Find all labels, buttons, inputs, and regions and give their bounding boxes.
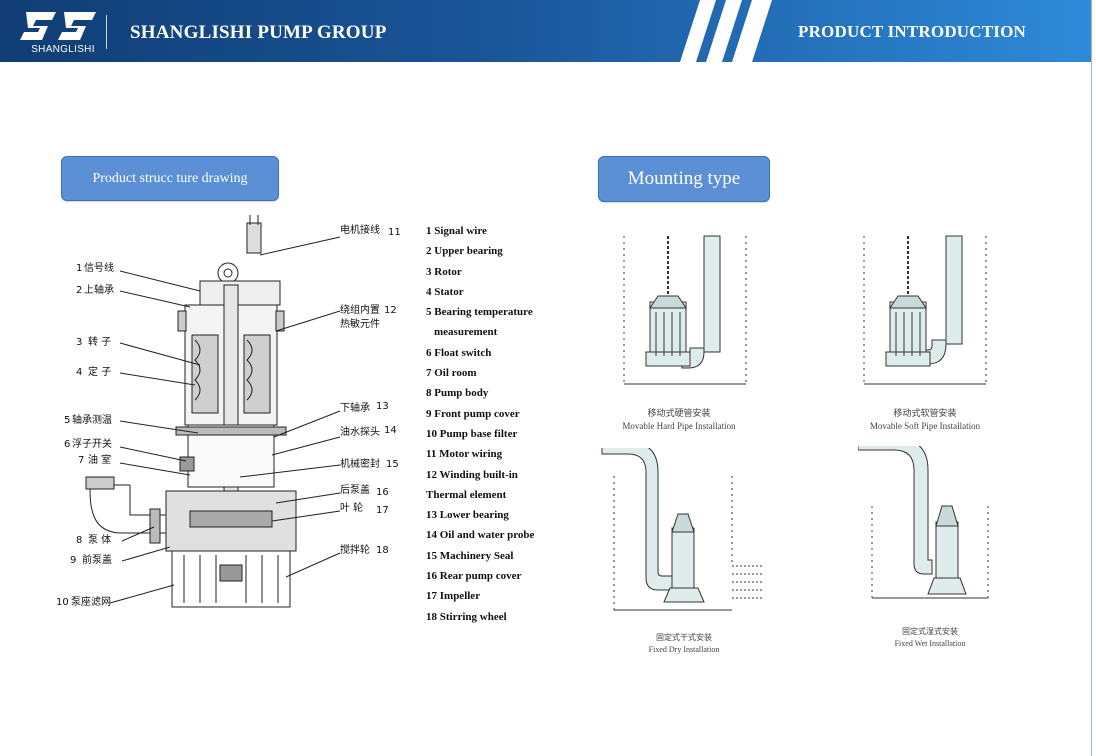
mounting-type-label: Mounting type (627, 168, 741, 189)
callout-5: 5 (64, 415, 70, 426)
callout-15-cn: 机械密封 (340, 457, 380, 470)
callout-8-cn: 泵 体 (88, 534, 111, 546)
part-item: 8 Pump body (426, 387, 489, 400)
mounting-fixed-wet-cn: 固定式湿式安装 (902, 627, 958, 636)
mounting-soft-pipe-drawing (863, 235, 987, 385)
callout-2: 2 (76, 285, 82, 296)
callout-8: 8 (76, 535, 82, 546)
part-item: 4 Stator (426, 285, 464, 298)
part-item: 10 Pump base filter (426, 427, 518, 440)
mounting-fixed-wet-en: Fixed Wet Installation (894, 639, 966, 648)
callout-17-cn: 叶 轮 (340, 501, 363, 514)
company-name: SHANGLISHI PUMP GROUP (130, 22, 387, 43)
header-bar: SHANGLISHI SHANGLISHI PUMP GROUP PRODUCT… (0, 0, 1091, 62)
callout-9-cn: 前泵盖 (82, 553, 112, 566)
mounting-fixed-wet-drawing (858, 446, 989, 599)
callout-6-cn: 浮子开关 (72, 437, 112, 450)
mounting-type-button[interactable]: Mounting type (598, 156, 770, 202)
part-item: 9 Front pump cover (426, 407, 520, 420)
callout-15: 15 (386, 459, 399, 470)
callout-14: 14 (384, 425, 397, 436)
header-divider (106, 15, 107, 49)
callout-17: 17 (376, 505, 389, 516)
callout-11-cn: 电机接线 (340, 223, 380, 236)
part-item: 17 Impeller (426, 590, 481, 603)
logo-text: SHANGLISHI (31, 44, 95, 55)
mounting-hard-pipe-drawing (623, 235, 747, 385)
callout-1: 1 (76, 263, 82, 274)
mounting-hard-pipe-en: Movable Hard Pipe Installation (622, 421, 736, 431)
callout-5-cn: 轴承测温 (72, 413, 112, 426)
callout-13-cn: 下轴承 (340, 401, 370, 414)
mounting-soft-pipe-cn: 移动式软管安装 (893, 408, 957, 418)
part-item: 7 Oil room (426, 367, 477, 380)
part-item: Thermal element (426, 488, 507, 501)
section-title: PRODUCT INTRODUCTION (798, 22, 1027, 41)
part-item: 15 Machinery Seal (426, 549, 514, 562)
part-item: 5 Bearing temperature (426, 306, 533, 319)
callout-2-cn: 上轴承 (84, 283, 114, 296)
part-item: 11 Motor wiring (426, 448, 503, 461)
callout-10: 10 (56, 597, 69, 608)
mounting-soft-pipe-en: Movable Soft Pipe Installation (869, 421, 981, 431)
callout-10-cn: 泵座滤网 (71, 595, 111, 608)
part-item: 2 Upper bearing (426, 245, 503, 258)
callout-9: 9 (70, 555, 76, 566)
part-item: 12 Winding built-in (426, 468, 518, 481)
callout-7-cn: 油 室 (88, 453, 111, 466)
callout-13: 13 (376, 401, 389, 412)
part-item: measurement (434, 326, 498, 339)
callout-12-cn: 绕组内置 (340, 303, 380, 316)
callout-16: 16 (376, 487, 389, 498)
callout-16-cn: 后泵盖 (340, 483, 370, 496)
mounting-hard-pipe-cn: 移动式硬管安装 (647, 408, 711, 418)
part-item: 6 Float switch (426, 346, 492, 359)
callout-4: 4 (76, 367, 82, 378)
part-item: 14 Oil and water probe (426, 529, 535, 542)
callout-3-cn: 转 子 (88, 335, 111, 348)
mounting-fixed-dry-drawing (601, 448, 762, 611)
mounting-hard-pipe-caption: 移动式硬管安装 Movable Hard Pipe Installation (604, 406, 754, 431)
structure-drawing-button[interactable]: Product strucc ture drawing (61, 156, 279, 201)
callout-18: 18 (376, 545, 389, 556)
callout-1-cn: 信号线 (84, 261, 114, 274)
part-item: 1 Signal wire (426, 225, 487, 237)
mounting-fixed-wet-caption: 固定式湿式安装 Fixed Wet Installation (850, 626, 1010, 648)
callout-6: 6 (64, 439, 70, 450)
decorative-stripes (680, 0, 772, 62)
part-item: 18 Stirring wheel (426, 610, 507, 623)
callout-12b-cn: 热敏元件 (340, 317, 380, 330)
parts-list: 1 Signal wire 2 Upper bearing 3 Rotor 4 … (426, 224, 534, 630)
part-item: 16 Rear pump cover (426, 570, 522, 583)
mounting-soft-pipe-caption: 移动式软管安装 Movable Soft Pipe Installation (850, 406, 1000, 431)
callout-14-cn: 油水探头 (340, 425, 380, 438)
structure-drawing-label: Product strucc ture drawing (92, 170, 248, 186)
callout-7: 7 (78, 455, 84, 466)
page-border (1091, 0, 1092, 756)
mounting-fixed-dry-en: Fixed Dry Installation (648, 645, 720, 654)
mounting-fixed-dry-cn: 固定式干式安装 (656, 633, 712, 642)
callout-18-cn: 搅拌轮 (340, 543, 370, 556)
part-item: 3 Rotor (426, 265, 462, 278)
callout-4-cn: 定 子 (88, 365, 111, 378)
callout-3: 3 (76, 337, 82, 348)
mounting-fixed-dry-caption: 固定式干式安装 Fixed Dry Installation (604, 632, 764, 654)
callout-12: 12 (384, 305, 397, 316)
callout-11: 11 (388, 227, 401, 238)
part-item: 13 Lower bearing (426, 509, 509, 522)
pump-structure-drawing: 1 信号线 2 上轴承 3 转 子 4 定 子 5 轴承测温 6 浮子开关 7 … (56, 215, 401, 608)
